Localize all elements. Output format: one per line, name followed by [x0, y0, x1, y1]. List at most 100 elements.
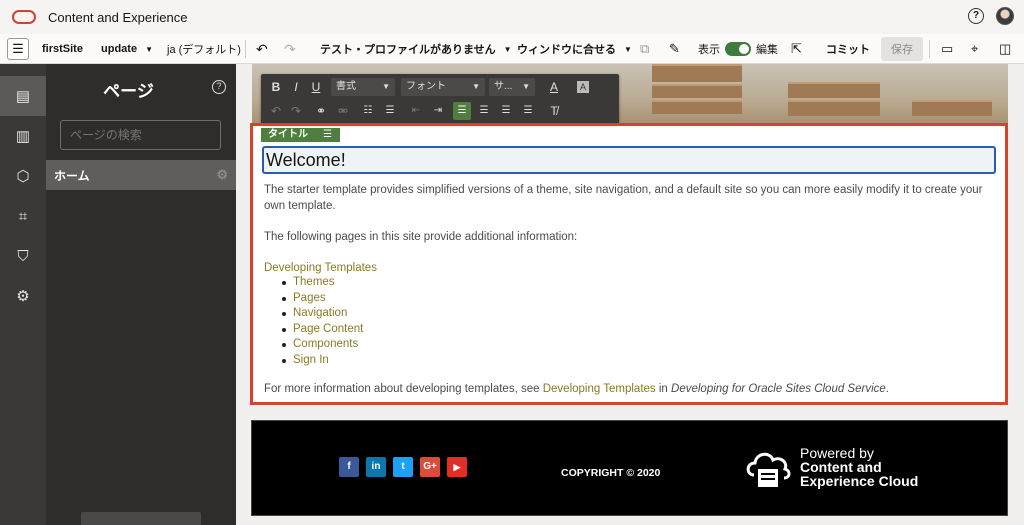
youtube-icon[interactable]: ▶ — [447, 457, 467, 477]
format-select[interactable]: 書式 ▼ — [331, 78, 395, 96]
more-info-end: . — [885, 383, 889, 395]
link-page-content[interactable]: Page Content — [282, 322, 363, 338]
font-select[interactable]: フォント ▼ — [401, 78, 485, 96]
indent-icon[interactable]: ⇥ — [429, 102, 447, 120]
save-button[interactable]: 保存 — [881, 37, 923, 61]
window-fit-dropdown[interactable]: ウィンドウに合せる ▼ — [517, 34, 632, 64]
open-external-icon[interactable]: ⇱ — [791, 34, 802, 64]
format-label: 書式 — [336, 81, 356, 92]
text-color-icon[interactable]: A — [545, 78, 563, 96]
paragraph-pages: The following pages in this site provide… — [264, 231, 578, 243]
layout-icon[interactable]: ▥ — [0, 116, 46, 156]
theme-brush-icon[interactable]: ⛉ — [0, 236, 46, 276]
powered-by-logo: Powered by Content and Experience Cloud — [800, 446, 918, 488]
title-editor[interactable]: Welcome! — [262, 146, 996, 174]
link-sign-in[interactable]: Sign In — [282, 353, 363, 369]
app-title: Content and Experience — [48, 9, 188, 25]
clear-format-icon[interactable]: T̸ — [545, 102, 563, 120]
language-dropdown[interactable]: ja (デフォルト) — [167, 34, 241, 64]
font-label: フォント — [406, 81, 446, 92]
bold-icon[interactable]: B — [267, 78, 285, 96]
bulleted-list-icon[interactable]: ☰ — [381, 102, 399, 120]
commit-button[interactable]: コミット — [826, 34, 870, 64]
profile-label: テスト・プロファイルがありません — [320, 44, 496, 56]
align-right-icon[interactable]: ☰ — [497, 102, 515, 120]
oracle-logo — [12, 10, 36, 24]
chevron-down-icon: ▼ — [382, 82, 390, 91]
components-icon[interactable]: ⬡ — [0, 156, 46, 196]
site-footer: f in t G+ ▶ COPYRIGHT © 2020 Powered by … — [251, 420, 1008, 516]
numbered-list-icon[interactable]: ☷ — [359, 102, 377, 120]
facebook-icon[interactable]: f — [339, 457, 359, 477]
redo-icon[interactable]: ↷ — [287, 102, 305, 120]
ruler-icon[interactable]: ✎ — [669, 34, 680, 64]
component-menu-icon[interactable]: ☰ — [323, 128, 332, 142]
profile-dropdown[interactable]: テスト・プロファイルがありません ▼ — [320, 34, 512, 64]
chevron-down-icon: ▼ — [522, 82, 530, 91]
developing-templates-link[interactable]: Developing Templates — [264, 260, 377, 276]
page-search-input[interactable] — [60, 120, 221, 150]
menu-button[interactable]: ☰ — [7, 38, 29, 60]
background-color-icon[interactable]: A — [577, 81, 589, 93]
settings-gear-icon[interactable]: ⚙ — [0, 276, 46, 316]
chevron-down-icon: ▼ — [624, 44, 632, 54]
align-left-icon[interactable]: ☰ — [453, 102, 471, 120]
devices-icon[interactable]: ⧉ — [640, 34, 649, 64]
side-panel-icon[interactable]: ◫ — [999, 34, 1011, 64]
mode-toggle[interactable] — [725, 42, 751, 56]
page-item-label: ホーム — [54, 168, 90, 183]
link-components[interactable]: Components — [282, 337, 363, 353]
component-tag[interactable]: タイトル ☰ — [261, 128, 340, 142]
help-icon[interactable]: ? — [968, 8, 984, 24]
site-toolbar: ☰ firstSite update ▼ ja (デフォルト) ↶ ↷ テスト・プ… — [0, 34, 1024, 64]
add-page-button[interactable] — [81, 512, 201, 525]
crop-icon[interactable]: ⌗ — [0, 196, 46, 236]
edit-label: 編集 — [756, 44, 778, 56]
align-center-icon[interactable]: ☰ — [475, 102, 493, 120]
update-label: update — [101, 43, 138, 55]
page-item-home[interactable]: ホーム ⚙ — [46, 160, 236, 190]
pages-icon[interactable]: ▤ — [0, 76, 46, 116]
more-info-link[interactable]: Developing Templates — [543, 383, 656, 395]
paragraph-more-info: For more information about developing te… — [264, 381, 889, 397]
size-label: サ... — [494, 81, 513, 92]
link-navigation[interactable]: Navigation — [282, 306, 363, 322]
undo-icon[interactable]: ↶ — [256, 34, 268, 64]
comment-icon[interactable]: ▭ — [941, 34, 953, 64]
panel-title: ページ — [103, 82, 154, 101]
outdent-icon[interactable]: ⇤ — [407, 102, 425, 120]
pages-link-list: Themes Pages Navigation Page Content Com… — [282, 275, 363, 369]
product-line-2: Experience Cloud — [800, 473, 919, 489]
user-avatar[interactable] — [996, 7, 1014, 25]
link-pages[interactable]: Pages — [282, 291, 363, 307]
size-select[interactable]: サ... ▼ — [489, 78, 535, 96]
underline-icon[interactable]: U — [307, 78, 325, 96]
link-icon[interactable]: ⚭ — [312, 102, 330, 120]
italic-icon[interactable]: I — [287, 78, 305, 96]
link-themes[interactable]: Themes — [282, 275, 363, 291]
google-plus-icon[interactable]: G+ — [420, 457, 440, 477]
gear-icon[interactable]: ⚙ — [216, 167, 228, 183]
twitter-icon[interactable]: t — [393, 457, 413, 477]
panel-help-icon[interactable]: ? — [212, 80, 226, 94]
update-dropdown[interactable]: update ▼ — [101, 34, 153, 64]
component-tag-label: タイトル — [268, 129, 308, 140]
more-info-mid: in — [655, 383, 672, 395]
view-label: 表示 — [698, 44, 720, 56]
powered-by-line: Powered by — [800, 445, 874, 461]
more-info-prefix: For more information about developing te… — [264, 383, 543, 395]
undo-icon[interactable]: ↶ — [267, 102, 285, 120]
chevron-down-icon: ▼ — [503, 44, 512, 54]
view-edit-toggle[interactable]: 表示 編集 — [698, 34, 778, 64]
unlink-icon[interactable]: ⚮ — [334, 102, 352, 120]
justify-icon[interactable]: ☰ — [519, 102, 537, 120]
linkedin-icon[interactable]: in — [366, 457, 386, 477]
location-pin-icon[interactable]: ⌖ — [971, 34, 978, 64]
paragraph-intro: The starter template provides simplified… — [264, 184, 983, 212]
hamburger-icon: ☰ — [12, 41, 24, 56]
window-fit-label: ウィンドウに合せる — [517, 44, 616, 56]
redo-icon[interactable]: ↷ — [284, 34, 296, 64]
copyright-text: COPYRIGHT © 2020 — [561, 467, 661, 479]
left-rail: ▤ ▥ ⬡ ⌗ ⛉ ⚙ — [0, 64, 46, 525]
rich-text-toolbar: B I U 書式 ▼ フォント ▼ サ... ▼ A A ↶ ↷ ⚭ ⚮ ☷ ☰ ⇤ … — [261, 74, 619, 124]
